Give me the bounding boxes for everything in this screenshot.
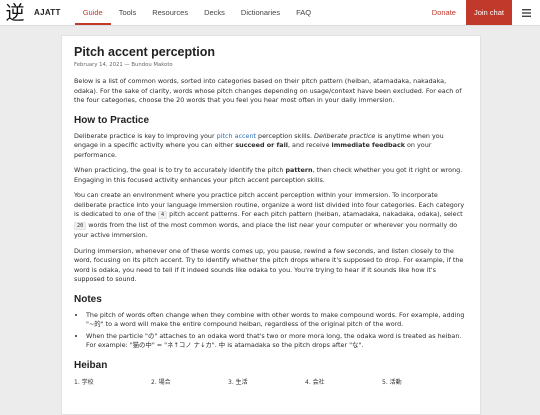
word-list-item: 4. 会社 xyxy=(305,378,325,386)
word-list-item: 1. 学校 xyxy=(74,378,94,386)
note-item: The pitch of words often change when the… xyxy=(86,311,468,330)
notes-heading: Notes xyxy=(74,293,102,305)
practice-paragraph-3: You can create an environment where you … xyxy=(74,191,468,241)
intro-paragraph: Below is a list of common words, sorted … xyxy=(74,77,462,104)
practice-paragraph-1: Deliberate practice is key to improving … xyxy=(74,132,468,161)
logo-glyph: 逆 xyxy=(5,1,25,24)
article-card: Pitch accent perception February 14, 202… xyxy=(61,35,481,415)
text: Deliberate practice is key to improving … xyxy=(74,131,217,140)
article-title: Pitch accent perception xyxy=(74,45,216,59)
nav-link-dictionaries[interactable]: Dictionaries xyxy=(233,0,288,25)
text: pitch accent patterns. For each pitch pa… xyxy=(167,210,463,218)
word-list-item: 5. 活動 xyxy=(382,378,402,386)
nav-link-faq[interactable]: FAQ xyxy=(288,0,319,25)
nav-link-decks[interactable]: Decks xyxy=(196,0,233,25)
text: words from the list of the most common w… xyxy=(74,220,458,240)
site-logo[interactable]: 逆 AJATT xyxy=(4,2,61,24)
nav-links: Guide Tools Resources Decks Dictionaries… xyxy=(74,0,319,25)
nav-link-guide[interactable]: Guide xyxy=(74,0,111,25)
note-item: When the particle "の" attaches to an oda… xyxy=(86,332,468,351)
nav-link-resources[interactable]: Resources xyxy=(144,0,196,25)
how-to-practice-heading: How to Practice xyxy=(74,114,150,126)
join-chat-button[interactable]: Join chat xyxy=(465,0,512,25)
notes-list: The pitch of words often change when the… xyxy=(74,311,468,351)
article-meta: February 14, 2021 — Bundou Makoto xyxy=(74,62,173,68)
emphasis: Deliberate practice xyxy=(314,131,376,140)
inline-code: 4 xyxy=(158,211,168,219)
hamburger-menu-icon[interactable] xyxy=(512,0,540,25)
text: , and receive xyxy=(287,141,332,149)
donate-link[interactable]: Donate xyxy=(422,8,466,17)
bold-text: pattern xyxy=(285,166,313,174)
text: perception skills. xyxy=(256,131,315,140)
brand-name[interactable]: AJATT xyxy=(34,8,61,17)
top-navbar: 逆 AJATT Guide Tools Resources Decks Dict… xyxy=(0,0,540,26)
nav-right: Donate Join chat xyxy=(422,0,540,25)
heiban-word-list: 1. 学校 2. 場合 3. 生活 4. 会社 5. 活動 xyxy=(74,377,468,386)
bold-text: succeed or fail xyxy=(235,141,288,149)
nav-link-tools[interactable]: Tools xyxy=(111,0,145,25)
inline-code: 20 xyxy=(74,221,87,230)
text: When practicing, the goal is to try to a… xyxy=(74,166,286,174)
word-list-item: 2. 場合 xyxy=(151,378,171,386)
practice-paragraph-4: During immersion, whenever one of these … xyxy=(74,246,464,284)
word-list-item: 3. 生活 xyxy=(228,378,248,386)
bold-text: immediate feedback xyxy=(331,141,405,149)
practice-paragraph-2: When practicing, the goal is to try to a… xyxy=(74,166,468,185)
heiban-heading: Heiban xyxy=(74,359,108,371)
pitch-accent-link[interactable]: pitch accent xyxy=(217,132,256,140)
